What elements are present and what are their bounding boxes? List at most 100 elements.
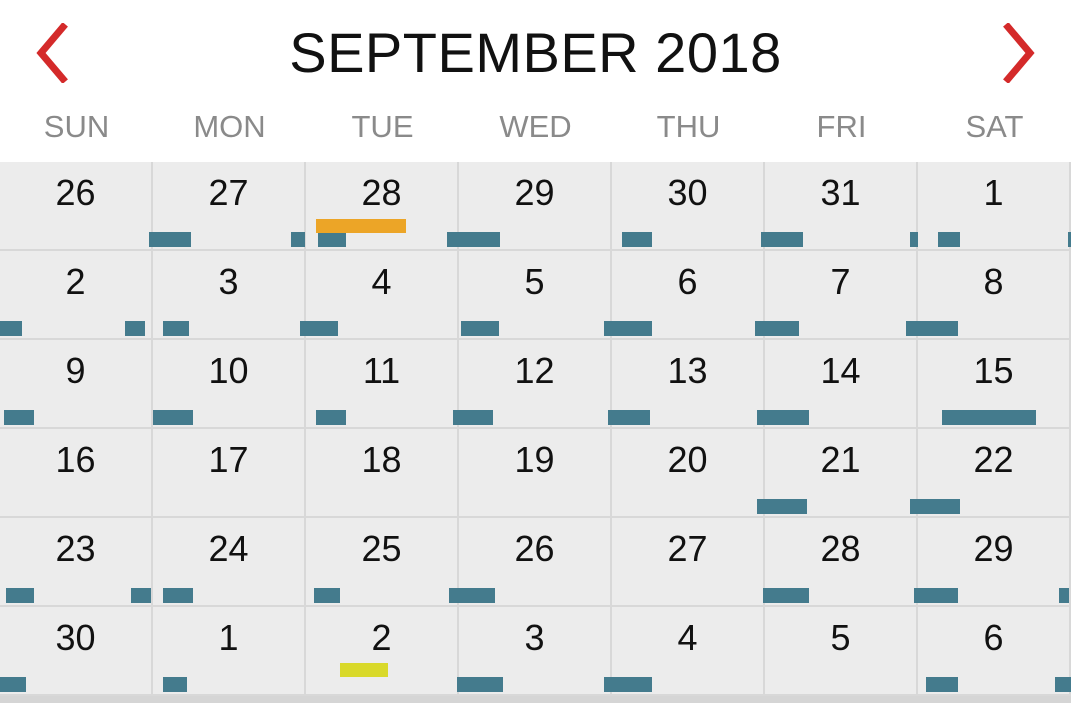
day-cell[interactable]: 15 [918, 340, 1071, 429]
day-number: 24 [208, 528, 249, 569]
day-number: 28 [361, 172, 402, 213]
day-cell[interactable]: 26 [0, 162, 153, 251]
day-number: 6 [677, 261, 698, 302]
day-number: 3 [524, 617, 545, 658]
day-cell[interactable]: 19 [459, 429, 612, 518]
day-cell[interactable]: 31 [761, 162, 918, 251]
weekday-label-sat: SAT [965, 109, 1024, 144]
day-number: 18 [361, 439, 402, 480]
event-indicator-bar [449, 588, 495, 603]
day-cell[interactable]: 27 [612, 518, 765, 607]
event-indicator-bar [318, 232, 346, 247]
weekday-label-tue: TUE [351, 109, 414, 144]
event-indicator-bar [0, 321, 22, 336]
day-cell[interactable]: 24 [153, 518, 306, 607]
day-number: 17 [208, 439, 249, 480]
day-cell[interactable]: 11 [306, 340, 459, 429]
day-number: 31 [820, 172, 861, 213]
day-cell[interactable]: 30 [0, 607, 153, 696]
day-number: 22 [973, 439, 1014, 480]
day-cell[interactable]: 6 [604, 251, 765, 340]
event-indicator-bar [316, 410, 346, 425]
day-number: 9 [65, 350, 86, 391]
day-number: 3 [218, 261, 239, 302]
day-cell[interactable]: 23 [0, 518, 153, 607]
day-cell[interactable]: 29 [914, 518, 1071, 607]
day-number: 29 [973, 528, 1014, 569]
day-number: 4 [371, 261, 392, 302]
event-indicator-bar [453, 410, 493, 425]
day-cell[interactable]: 4 [300, 251, 459, 340]
day-cell[interactable]: 21 [757, 429, 918, 518]
weekday-label-mon: MON [193, 109, 266, 144]
day-cell[interactable]: 3 [457, 607, 612, 696]
event-indicator-bar [926, 677, 958, 692]
highlight-marker [316, 219, 406, 233]
day-cell[interactable]: 20 [612, 429, 765, 518]
event-indicator-bar [163, 321, 189, 336]
day-cell[interactable]: 7 [755, 251, 918, 340]
day-cell[interactable]: 4 [604, 607, 765, 696]
day-number: 28 [820, 528, 861, 569]
day-cell[interactable]: 27 [149, 162, 306, 251]
day-number: 13 [667, 350, 708, 391]
day-cell[interactable]: 1 [910, 162, 1071, 251]
weekday-header-row: SUN MON TUE WED THU FRI SAT [0, 104, 1071, 149]
day-cell[interactable]: 22 [910, 429, 1071, 518]
day-cell[interactable]: 2 [0, 251, 153, 340]
event-indicator-bar [910, 232, 918, 247]
event-indicator-bar [461, 321, 499, 336]
event-indicator-bar [942, 410, 1036, 425]
event-indicator-bar [910, 499, 960, 514]
weekday-label-wed: WED [499, 109, 572, 144]
day-cell[interactable]: 30 [612, 162, 765, 251]
day-cell[interactable]: 13 [608, 340, 765, 429]
day-cell[interactable]: 6 [918, 607, 1071, 696]
day-cell[interactable]: 5 [459, 251, 612, 340]
day-cell[interactable]: 17 [153, 429, 306, 518]
day-number: 1 [218, 617, 239, 658]
event-indicator-bar [757, 499, 807, 514]
day-cell[interactable]: 2 [306, 607, 459, 696]
day-number: 23 [55, 528, 96, 569]
day-cell[interactable]: 8 [906, 251, 1071, 340]
day-number: 1 [983, 172, 1004, 213]
day-number: 2 [371, 617, 392, 658]
event-indicator-bar [291, 232, 305, 247]
weekday-label-sun: SUN [43, 109, 110, 144]
day-cell[interactable]: 28 [763, 518, 918, 607]
day-cell[interactable]: 16 [0, 429, 153, 518]
day-number: 12 [514, 350, 555, 391]
day-number: 29 [514, 172, 555, 213]
day-cell[interactable]: 12 [453, 340, 612, 429]
day-cell[interactable]: 18 [306, 429, 459, 518]
calendar-header: SEPTEMBER 2018 [0, 0, 1071, 105]
day-number: 30 [55, 617, 96, 658]
day-number: 8 [983, 261, 1004, 302]
event-indicator-bar [314, 588, 340, 603]
day-number: 27 [208, 172, 249, 213]
day-number: 14 [820, 350, 861, 391]
day-number: 7 [830, 261, 851, 302]
event-indicator-bar [1055, 677, 1071, 692]
day-cell[interactable]: 10 [153, 340, 306, 429]
day-cell[interactable]: 26 [449, 518, 612, 607]
day-cell[interactable]: 1 [153, 607, 306, 696]
day-number: 5 [524, 261, 545, 302]
day-cell[interactable]: 3 [153, 251, 306, 340]
event-indicator-bar [447, 232, 500, 247]
event-indicator-bar [4, 410, 34, 425]
day-cell[interactable]: 29 [447, 162, 612, 251]
next-month-button[interactable] [989, 18, 1049, 88]
day-cell[interactable]: 25 [306, 518, 459, 607]
day-cell[interactable]: 28 [306, 162, 459, 251]
day-cell[interactable]: 9 [0, 340, 153, 429]
calendar-grid: 26 27 28 29 30 31 1 2 3 4 5 6 7 8 9 10 11 12 13 14 15 16 17 18 1… [0, 162, 1071, 703]
day-number: 11 [362, 350, 401, 391]
day-number: 27 [667, 528, 708, 569]
event-indicator-bar [131, 588, 151, 603]
day-cell[interactable]: 14 [757, 340, 918, 429]
day-cell[interactable]: 5 [765, 607, 918, 696]
weekday-label-fri: FRI [816, 109, 867, 144]
event-indicator-bar [604, 321, 652, 336]
